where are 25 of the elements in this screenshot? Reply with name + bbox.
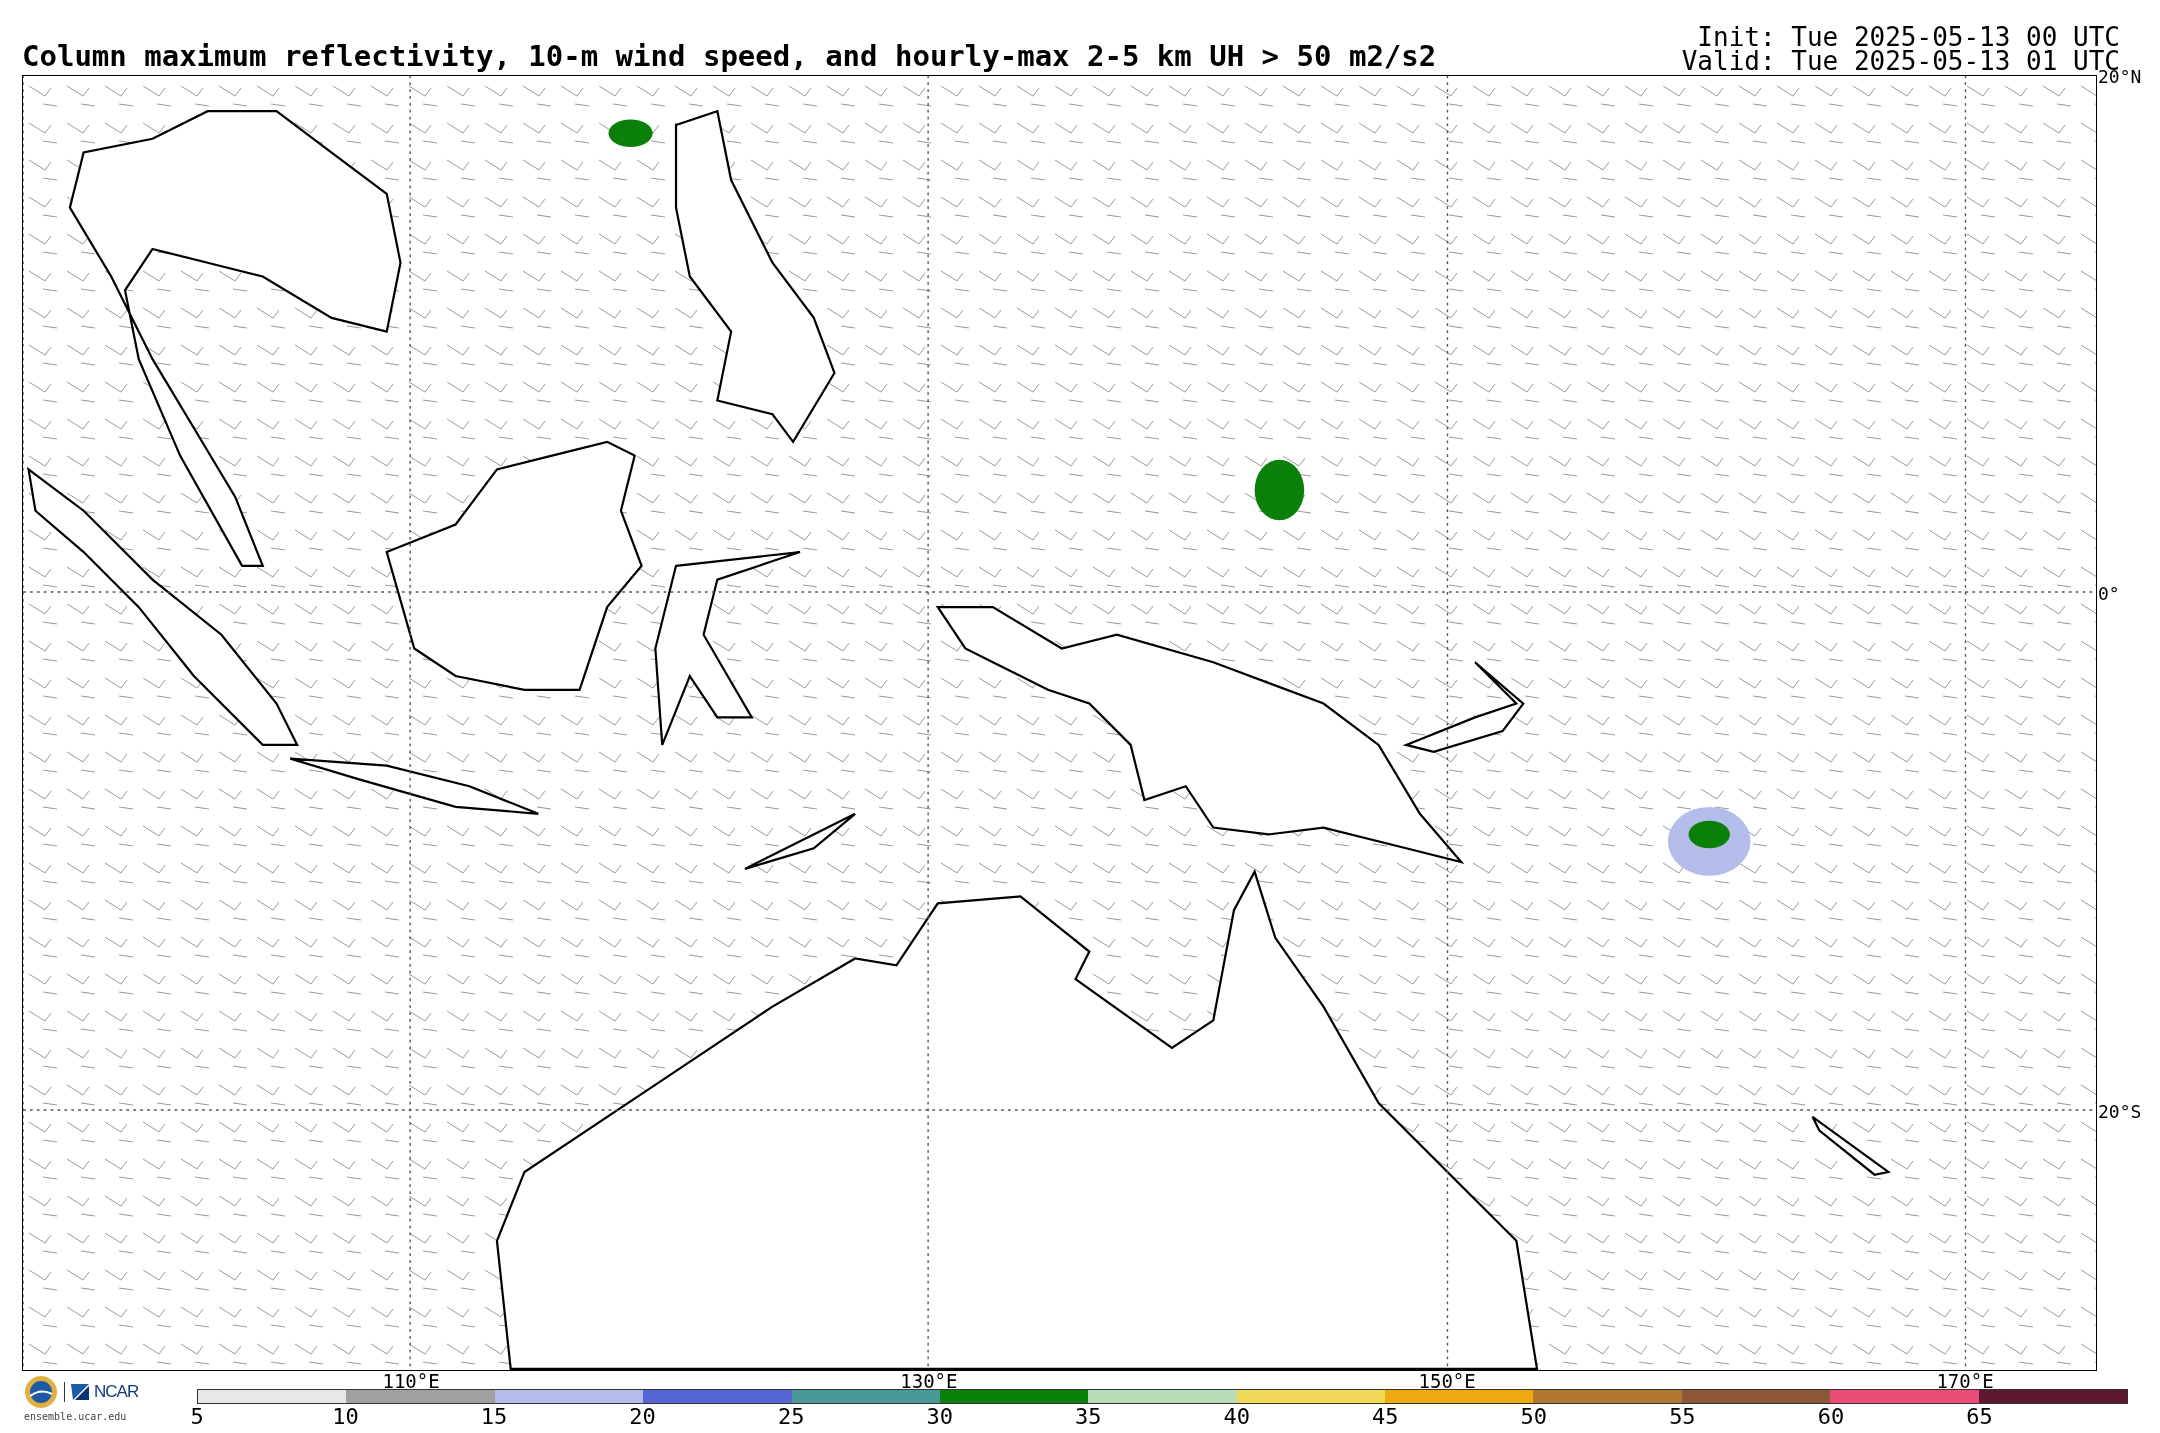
chart-title: Column maximum reflectivity, 10-m wind speed, and hourly-max 2-5 km UH > 50 m2/s2 bbox=[22, 42, 1437, 75]
colorbar-tick-label: 45 bbox=[1372, 1404, 1399, 1430]
ncar-logo-icon bbox=[71, 1382, 91, 1402]
colorbar-tick-label: 10 bbox=[332, 1404, 359, 1430]
longitude-label: 130°E bbox=[900, 1370, 958, 1392]
init-time: Init: Tue 2025-05-13 00 UTC bbox=[1697, 25, 2120, 49]
colorbar-tick-label: 65 bbox=[1966, 1404, 1993, 1430]
colorbar-tick-label: 40 bbox=[1223, 1404, 1250, 1430]
ncar-logo-text: NCAR bbox=[94, 1382, 139, 1402]
longitude-label: 110°E bbox=[382, 1370, 440, 1392]
foundation-logo-icon bbox=[24, 1375, 58, 1409]
latitude-label: 20°S bbox=[2098, 1100, 2142, 1122]
longitude-label: 170°E bbox=[1936, 1370, 1994, 1392]
colorbar-tick-label: 50 bbox=[1520, 1404, 1548, 1430]
website-text: ensemble.ucar.edu bbox=[24, 1411, 128, 1422]
colorbar-tick-label: 15 bbox=[480, 1404, 508, 1430]
colorbar-tick-label: 25 bbox=[777, 1404, 805, 1430]
colorbar-tick-label: 55 bbox=[1669, 1404, 1696, 1430]
longitude-label: 150°E bbox=[1418, 1370, 1476, 1392]
colorbar-tick-label: 30 bbox=[926, 1404, 953, 1430]
colorbar-tick-label: 35 bbox=[1074, 1404, 1102, 1430]
colorbar-tick-label: 20 bbox=[629, 1404, 656, 1430]
latitude-label: 0° bbox=[2098, 582, 2120, 604]
colorbar-tick-label: 60 bbox=[1817, 1404, 1845, 1430]
colorbar-tick-label: 5 bbox=[190, 1404, 204, 1430]
